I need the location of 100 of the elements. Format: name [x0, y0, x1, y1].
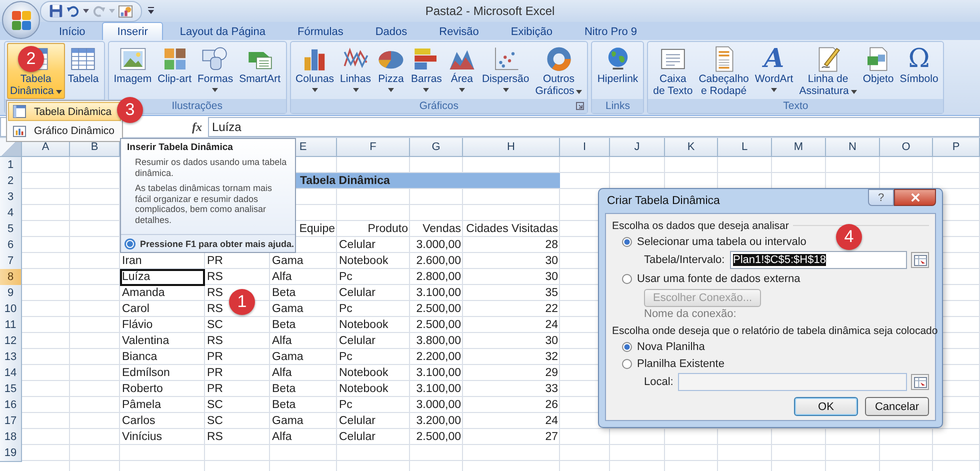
ribbon-button[interactable]: Objeto	[860, 43, 897, 99]
table-cell: Gama	[272, 415, 304, 427]
row-header[interactable]: 4	[0, 205, 22, 222]
table-cell: 2.600,00	[416, 255, 461, 267]
table-cell: 3.100,00	[416, 287, 461, 299]
ribbon-button[interactable]: Dispersão	[478, 43, 532, 99]
ribbon-tab[interactable]: Início	[44, 22, 100, 40]
radio-label[interactable]: Nova Planilha	[637, 340, 705, 352]
range-picker-button[interactable]	[911, 374, 929, 390]
dialog-launcher-icon[interactable]	[576, 102, 584, 110]
row-header[interactable]: 1	[0, 157, 22, 174]
row-header[interactable]: 6	[0, 237, 22, 254]
table-cell: Beta	[272, 319, 296, 331]
table-cell: Valentina	[122, 335, 170, 347]
table-cell: 2.500,00	[416, 431, 461, 443]
ribbon-button[interactable]: A WordArt	[752, 43, 796, 99]
column-header[interactable]: L	[718, 138, 772, 157]
table-cell: PR	[207, 367, 223, 379]
ribbon-button[interactable]: Linha de Assinatura	[796, 43, 860, 99]
ribbon-button[interactable]: Outros Gráficos	[532, 43, 586, 99]
table-cell: 32	[545, 351, 558, 363]
ribbon-button[interactable]: Clip-art	[154, 43, 194, 99]
ribbon-tab[interactable]: Inserir	[102, 22, 163, 40]
column-header[interactable]: G	[410, 138, 463, 157]
close-button[interactable]	[894, 189, 936, 206]
row-header[interactable]: 7	[0, 253, 22, 270]
cancel-button[interactable]: Cancelar	[865, 397, 929, 416]
ribbon-button[interactable]: Imagem	[110, 43, 155, 99]
ok-button[interactable]: OK	[794, 397, 858, 416]
row-header[interactable]: 18	[0, 429, 22, 446]
row-header[interactable]: 8	[0, 269, 22, 286]
menu-item[interactable]: Gráfico Dinâmico	[8, 121, 121, 140]
row-header[interactable]: 9	[0, 285, 22, 302]
table-cell: SC	[207, 415, 223, 427]
ribbon-button[interactable]: Pizza	[374, 43, 408, 99]
caret-icon[interactable]	[83, 9, 89, 13]
help-button[interactable]: ?	[868, 189, 894, 206]
row-header[interactable]: 10	[0, 301, 22, 318]
row-header[interactable]: 19	[0, 445, 22, 462]
radio-button[interactable]	[622, 358, 632, 368]
table-cell: Vendas	[422, 223, 461, 235]
row-header[interactable]: 14	[0, 365, 22, 382]
table-cell: 26	[545, 399, 558, 411]
ribbon-tab[interactable]: Dados	[360, 22, 422, 40]
radio-label[interactable]: Usar uma fonte de dados externa	[637, 272, 800, 284]
chart-icon[interactable]	[118, 4, 133, 18]
ribbon-tab[interactable]: Revisão	[424, 22, 494, 40]
undo-icon[interactable]	[66, 4, 80, 18]
radio-button[interactable]	[622, 236, 632, 246]
menu-item[interactable]: Tabela Dinâmica	[8, 102, 121, 121]
donut-chart-icon	[544, 45, 573, 73]
ribbon-button[interactable]: Caixa de Texto	[650, 43, 696, 99]
ribbon-tab[interactable]: Nitro Pro 9	[569, 22, 652, 40]
ribbon-button[interactable]: Linhas	[337, 43, 374, 99]
ribbon-tab[interactable]: Fórmulas	[282, 22, 358, 40]
save-icon[interactable]	[49, 4, 63, 18]
radio-button[interactable]	[622, 342, 632, 352]
column-header[interactable]: F	[337, 138, 410, 157]
table-cell: Notebook	[339, 255, 388, 267]
ribbon-button[interactable]: Colunas	[292, 43, 338, 99]
column-header[interactable]: O	[880, 138, 933, 157]
column-header[interactable]: K	[665, 138, 718, 157]
ribbon-button[interactable]: Formas	[194, 43, 236, 99]
table-cell: 3.000,00	[416, 399, 461, 411]
column-header[interactable]: J	[610, 138, 665, 157]
column-header[interactable]: P	[933, 138, 980, 157]
column-header[interactable]: I	[560, 138, 610, 157]
row-header[interactable]: 2	[0, 173, 22, 190]
ribbon-button[interactable]: Tabela	[64, 43, 102, 99]
row-header[interactable]: 15	[0, 381, 22, 398]
column-header[interactable]: H	[463, 138, 560, 157]
ribbon-tab[interactable]: Layout da Página	[164, 22, 280, 40]
row-header[interactable]: 16	[0, 397, 22, 414]
column-header[interactable]: N	[826, 138, 880, 157]
table-cell: Vinícius	[122, 431, 162, 443]
ribbon-tab[interactable]: Exibição	[496, 22, 568, 40]
table-cell: Pc	[339, 271, 352, 283]
row-header[interactable]: 17	[0, 413, 22, 430]
row-header[interactable]: 13	[0, 349, 22, 366]
row-header[interactable]: 11	[0, 317, 22, 334]
active-cell[interactable]: Luíza	[120, 269, 205, 286]
formula-input[interactable]: Luíza	[208, 117, 980, 137]
radio-button[interactable]	[622, 274, 632, 284]
ribbon-button[interactable]: Ω Símbolo	[896, 43, 942, 99]
row-header[interactable]: 5	[0, 221, 22, 238]
column-header[interactable]: M	[772, 138, 826, 157]
radio-label[interactable]: Selecionar uma tabela ou intervalo	[637, 236, 806, 248]
radio-label[interactable]: Planilha Existente	[637, 358, 724, 370]
ribbon-button[interactable]: SmartArt	[236, 43, 284, 99]
ribbon-button[interactable]: Área	[444, 43, 479, 99]
row-header[interactable]: 12	[0, 333, 22, 350]
customize-caret-icon[interactable]	[148, 7, 154, 15]
ribbon-button[interactable]: Barras	[408, 43, 445, 99]
range-input[interactable]: Plan1!$C$5:$H$18	[730, 251, 907, 269]
table-cell: Amanda	[122, 287, 165, 299]
range-picker-button[interactable]	[911, 252, 929, 268]
ribbon-button[interactable]: Cabeçalho e Rodapé	[696, 43, 752, 99]
ribbon-button[interactable]: Hiperlink	[594, 43, 642, 99]
group-label: Ilustrações	[172, 100, 222, 112]
row-header[interactable]: 3	[0, 189, 22, 206]
